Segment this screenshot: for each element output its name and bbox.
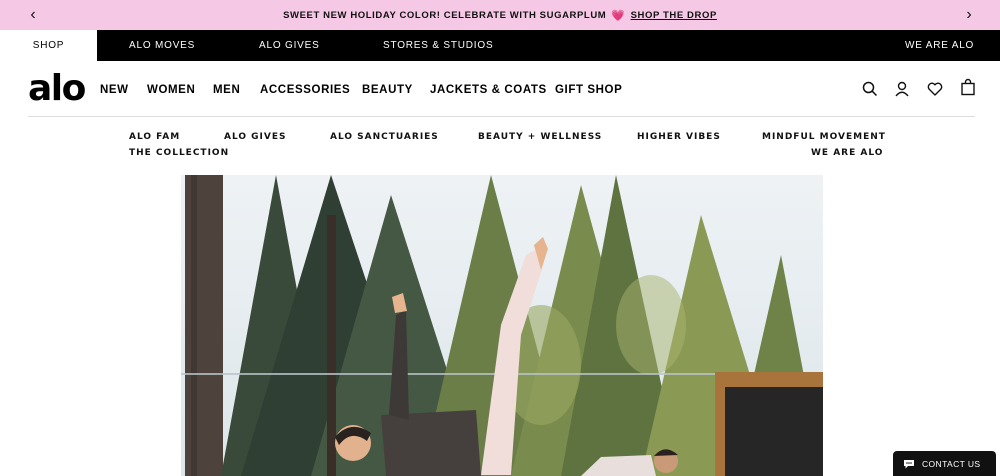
promo-message: SWEET NEW HOLIDAY COLOR! CELEBRATE WITH … bbox=[283, 9, 717, 22]
promo-text: SWEET NEW HOLIDAY COLOR! CELEBRATE WITH … bbox=[283, 9, 607, 21]
subnav-higher-vibes[interactable]: HIGHER VIBES bbox=[637, 132, 721, 142]
nav-beauty[interactable]: BEAUTY bbox=[362, 84, 413, 96]
hero-yoga-photo bbox=[181, 175, 823, 476]
nav-new[interactable]: NEW bbox=[100, 84, 129, 96]
heart-emoji-icon: 💗 bbox=[611, 9, 626, 22]
nav-jackets-coats[interactable]: JACKETS & COATS bbox=[430, 84, 547, 96]
main-header: alo NEW WOMEN MEN ACCESSORIES BEAUTY JAC… bbox=[0, 61, 1000, 117]
shop-the-drop-link[interactable]: SHOP THE DROP bbox=[631, 10, 717, 21]
tab-stores-studios[interactable]: STORES & STUDIOS bbox=[383, 30, 493, 61]
tab-shop[interactable]: SHOP bbox=[0, 30, 97, 61]
subnav-alo-fam[interactable]: ALO FAM bbox=[129, 132, 180, 142]
tab-alo-moves[interactable]: ALO MOVES bbox=[129, 30, 195, 61]
subnav-beauty-wellness[interactable]: BEAUTY + WELLNESS bbox=[478, 132, 602, 142]
contact-us-button[interactable]: CONTACT US bbox=[893, 451, 996, 476]
nav-gift-shop[interactable]: GIFT SHOP bbox=[555, 84, 622, 96]
header-divider bbox=[28, 116, 975, 117]
tab-alo-gives[interactable]: ALO GIVES bbox=[259, 30, 320, 61]
subnav-mindful-movement[interactable]: MINDFUL MOVEMENT bbox=[762, 132, 886, 142]
search-icon[interactable] bbox=[861, 80, 879, 98]
bag-icon[interactable] bbox=[959, 78, 977, 96]
chevron-right-icon[interactable]: › bbox=[954, 0, 984, 30]
subnav-the-collection[interactable]: THE COLLECTION bbox=[129, 148, 229, 158]
top-navigation-bar: SHOP ALO MOVES ALO GIVES STORES & STUDIO… bbox=[0, 30, 1000, 61]
nav-men[interactable]: MEN bbox=[213, 84, 240, 96]
subnav-alo-sanctuaries[interactable]: ALO SANCTUARIES bbox=[330, 132, 439, 142]
tab-we-are-alo[interactable]: WE ARE ALO bbox=[905, 30, 974, 61]
heart-icon[interactable] bbox=[926, 80, 944, 98]
nav-accessories[interactable]: ACCESSORIES bbox=[260, 84, 350, 96]
account-icon[interactable] bbox=[893, 80, 911, 98]
subnav-we-are-alo[interactable]: WE ARE ALO bbox=[811, 148, 883, 158]
promo-banner: ‹ SWEET NEW HOLIDAY COLOR! CELEBRATE WIT… bbox=[0, 0, 1000, 30]
alo-logo[interactable]: alo bbox=[28, 67, 86, 111]
chat-icon bbox=[904, 459, 914, 468]
chevron-left-icon[interactable]: ‹ bbox=[18, 0, 48, 30]
contact-us-label: CONTACT US bbox=[922, 458, 981, 469]
hero-image[interactable] bbox=[181, 175, 823, 476]
nav-women[interactable]: WOMEN bbox=[147, 84, 195, 96]
subnav-alo-gives[interactable]: ALO GIVES bbox=[224, 132, 287, 142]
